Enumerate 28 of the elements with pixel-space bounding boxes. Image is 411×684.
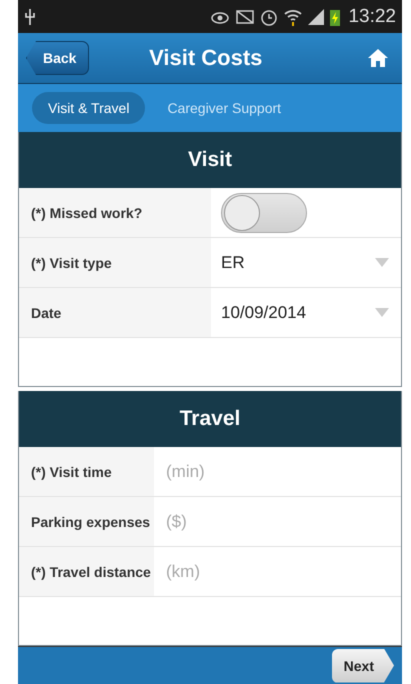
- signal-icon: [308, 8, 324, 24]
- section-header: Travel: [19, 391, 401, 447]
- battery-icon: [330, 8, 340, 26]
- field-label: (*) Visit time: [19, 447, 154, 496]
- tab[interactable]: Visit & Travel: [32, 92, 146, 124]
- usb-icon: [24, 8, 36, 26]
- input-field[interactable]: (min): [164, 446, 389, 497]
- field-label: (*) Travel distance: [19, 547, 154, 596]
- input-field[interactable]: ($): [164, 496, 389, 547]
- back-button[interactable]: Back: [26, 41, 90, 75]
- field-label: (*) Missed work?: [19, 188, 211, 237]
- field-label: Parking expenses: [19, 497, 154, 546]
- eye-icon: [210, 10, 230, 24]
- field-label: Date: [19, 288, 211, 337]
- section-header: Visit: [19, 132, 401, 188]
- alarm-icon: [260, 8, 278, 26]
- wifi-icon: [284, 8, 302, 26]
- caret-icon: [375, 308, 389, 317]
- caret-icon: [375, 258, 389, 267]
- page-title: Visit Costs: [148, 45, 264, 71]
- home-icon[interactable]: [368, 49, 388, 67]
- next-button[interactable]: Next: [332, 648, 394, 682]
- dropdown-field[interactable]: ER: [221, 238, 389, 287]
- dropdown-field[interactable]: 10/09/2014: [221, 288, 389, 337]
- input-field[interactable]: (km): [164, 546, 389, 597]
- toggle-switch[interactable]: [221, 192, 307, 232]
- clock-time: 13:22: [348, 6, 396, 28]
- field-label: (*) Visit type: [19, 238, 211, 287]
